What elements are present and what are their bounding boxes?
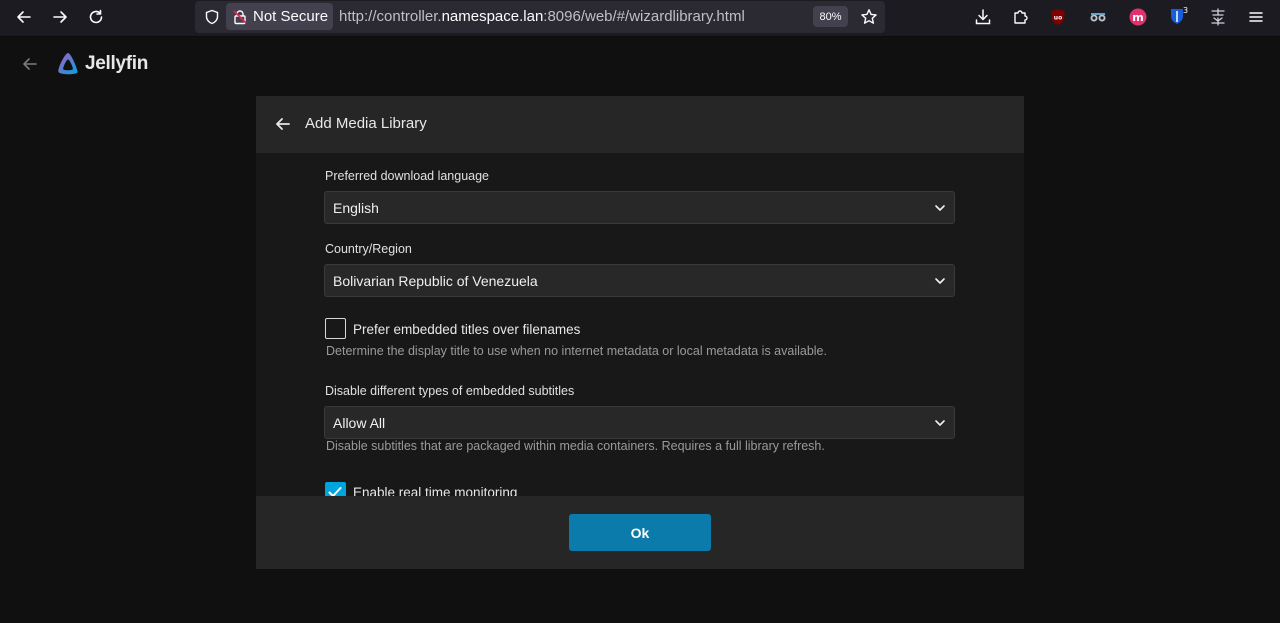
downloads-icon[interactable]	[971, 5, 995, 29]
subtitles-select[interactable]: Allow All	[324, 406, 955, 439]
url-text[interactable]: http://controller.namespace.lan:8096/web…	[339, 8, 745, 25]
embedded-titles-checkbox[interactable]	[325, 318, 346, 339]
dialog-header: Add Media Library	[256, 96, 1024, 153]
chevron-down-icon	[935, 205, 945, 211]
not-secure-badge[interactable]: Not Secure	[226, 3, 333, 30]
browser-toolbar: Not Secure http://controller.namespace.l…	[0, 0, 1280, 37]
realtime-monitoring-label[interactable]: Enable real time monitoring	[353, 485, 517, 496]
m-extension-icon[interactable]: m	[1126, 5, 1150, 29]
url-prefix: http://controller.	[339, 8, 442, 25]
language-value: English	[333, 199, 379, 216]
chevron-down-icon	[935, 420, 945, 426]
embedded-titles-label[interactable]: Prefer embedded titles over filenames	[353, 322, 580, 337]
dialog-title: Add Media Library	[305, 115, 427, 132]
reload-icon	[89, 9, 103, 24]
language-label: Preferred download language	[325, 169, 490, 183]
ok-button[interactable]: Ok	[569, 514, 711, 551]
bookmark-star-icon[interactable]	[858, 6, 880, 28]
arrow-left-icon	[23, 58, 37, 70]
tracking-protection-icon[interactable]	[200, 5, 224, 29]
app-back-button[interactable]	[18, 52, 42, 76]
arrow-left-icon	[276, 118, 290, 130]
chevron-down-icon	[935, 278, 945, 284]
jellyfin-logo[interactable]: Jellyfin	[55, 51, 148, 77]
subtitles-label: Disable different types of embedded subt…	[325, 384, 575, 398]
svg-text:m: m	[1132, 11, 1143, 24]
language-select[interactable]: English	[324, 191, 955, 224]
privacy-extension-icon[interactable]	[1086, 5, 1110, 29]
bitwarden-icon[interactable]: 3	[1166, 5, 1190, 29]
reload-button[interactable]	[83, 4, 109, 30]
subtitles-value: Allow All	[333, 414, 386, 431]
translate-extension-icon[interactable]	[1206, 5, 1230, 29]
add-media-library-dialog: Add Media Library Preferred download lan…	[256, 96, 1024, 569]
url-host: namespace.lan	[441, 8, 544, 25]
extension-badge-count: 3	[1183, 6, 1188, 15]
subtitles-help: Disable subtitles that are packaged with…	[326, 439, 825, 453]
forward-button[interactable]	[47, 4, 73, 30]
checkmark-icon	[328, 487, 342, 496]
not-secure-label: Not Secure	[253, 8, 329, 25]
dialog-body[interactable]: Preferred download language English Coun…	[256, 153, 1024, 496]
extensions-puzzle-icon[interactable]	[1008, 5, 1032, 29]
hamburger-menu-icon[interactable]	[1244, 5, 1268, 29]
arrow-left-icon	[17, 11, 31, 23]
zoom-level-button[interactable]: 80%	[813, 6, 848, 27]
svg-text:uo: uo	[1054, 15, 1062, 22]
country-select[interactable]: Bolivarian Republic of Venezuela	[324, 264, 955, 297]
dialog-back-button[interactable]	[272, 113, 294, 135]
arrow-right-icon	[53, 11, 67, 23]
ublock-origin-icon[interactable]: uo	[1046, 5, 1070, 29]
realtime-monitoring-checkbox[interactable]	[325, 482, 346, 496]
jellyfin-logo-icon	[58, 53, 78, 75]
app-name: Jellyfin	[85, 53, 149, 74]
app-header: Jellyfin	[0, 38, 1280, 90]
insecure-lock-icon	[233, 9, 247, 24]
country-label: Country/Region	[325, 242, 412, 256]
back-button[interactable]	[11, 4, 37, 30]
country-value: Bolivarian Republic of Venezuela	[333, 272, 538, 289]
embedded-titles-help: Determine the display title to use when …	[326, 344, 827, 358]
url-suffix: :8096/web/#/wizardlibrary.html	[543, 8, 745, 25]
dialog-footer: Ok	[256, 496, 1024, 569]
